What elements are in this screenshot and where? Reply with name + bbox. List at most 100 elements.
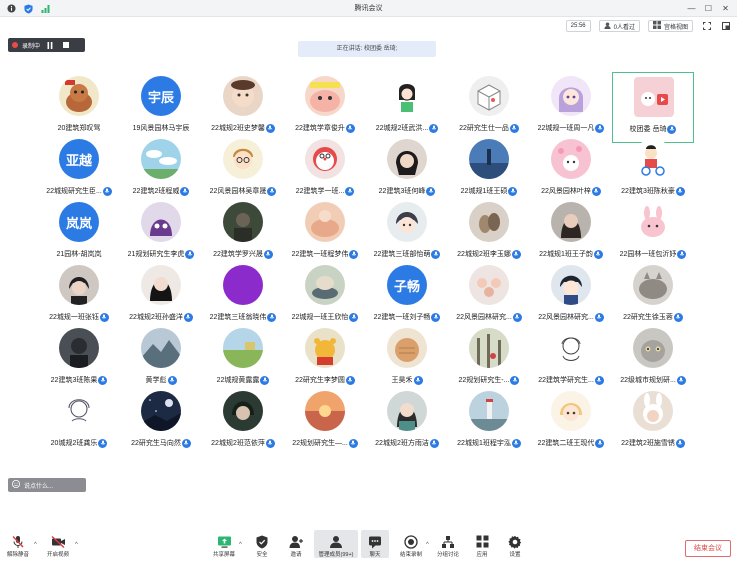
fullscreen-icon[interactable]: [701, 21, 712, 32]
participant-tile[interactable]: 22建筑学章俊升: [284, 72, 366, 143]
participant-tile[interactable]: 22研究生马向然: [120, 387, 202, 458]
participant-name-row: 21规划研究生李虎: [120, 249, 202, 259]
participant-tile[interactable]: 22城规黄露露: [202, 324, 284, 395]
avatar: [305, 391, 345, 431]
participant-tile[interactable]: 22规划研究生—...: [284, 387, 366, 458]
participant-tile[interactable]: 22城规一班周一凡: [530, 72, 612, 143]
participant-tile[interactable]: 22建筑三班翁晓伟: [202, 261, 284, 332]
participant-tile[interactable]: 22研究生徐玉蓉: [612, 261, 694, 332]
participant-tile[interactable]: 20城规2班龚乐: [38, 387, 120, 458]
avatar: [223, 265, 263, 305]
participant-tile[interactable]: 22城规2班孙盛洋: [120, 261, 202, 332]
participant-name-row: 22城规2班范依萍: [202, 438, 284, 448]
emoji-icon[interactable]: [12, 480, 20, 490]
mic-icon: [673, 312, 683, 322]
participant-tile[interactable]: 王昊禾: [366, 324, 448, 395]
close-icon[interactable]: ✕: [720, 3, 731, 14]
view-mode-button[interactable]: 宫格视图: [647, 20, 693, 32]
participant-tile[interactable]: 22建筑3班陈果: [38, 324, 120, 395]
breakout-button[interactable]: 分组讨论: [430, 534, 466, 558]
mic-icon: [267, 312, 277, 322]
participant-tile[interactable]: 22建筑3班何峰: [366, 135, 448, 206]
participant-tile[interactable]: 22城规2班武洪...: [366, 72, 448, 143]
avatar: [141, 202, 181, 242]
avatar: [387, 391, 427, 431]
participant-tile[interactable]: 22城规1班程宇泓: [448, 387, 530, 458]
participant-name-row: 19风景园林马宇辰: [120, 123, 202, 133]
mic-icon: [263, 249, 273, 259]
participant-tile[interactable]: 22风景园林吴章晟: [202, 135, 284, 206]
share-screen-button[interactable]: 共享屏幕: [206, 534, 242, 558]
participant-name-row: 22城规2班武洪...: [366, 123, 448, 133]
participant-tile[interactable]: 22风景园林研究...: [448, 261, 530, 332]
participant-name: 22建筑3班陈秋豪: [621, 188, 675, 195]
participant-tile[interactable]: 岚岚 21园林-胡岚岚: [38, 198, 120, 269]
viewer-count-button[interactable]: 0人看过: [598, 20, 640, 32]
maximize-icon[interactable]: ☐: [703, 3, 714, 14]
mic-icon: [99, 312, 109, 322]
participant-tile[interactable]: 22城规2班李玉娜: [448, 198, 530, 269]
record-options-chevron-icon[interactable]: ^: [426, 542, 429, 548]
participant-name: 22风景园林研究...: [456, 314, 512, 321]
participant-tile[interactable]: 22建筑学一班...: [284, 135, 366, 206]
participant-name: 22建筑二班王现代: [537, 440, 595, 447]
participant-name-row: 22规划研究生-...: [448, 375, 530, 385]
participant-tile[interactable]: 22园林一班包沂妤: [612, 198, 694, 269]
chat-input[interactable]: 说点什么...: [8, 478, 86, 492]
participant-tile[interactable]: 22级城市规划研...: [612, 324, 694, 395]
participant-tile[interactable]: 亚越 22城规研究生臣...: [38, 135, 120, 206]
video-options-chevron-icon[interactable]: ^: [75, 542, 78, 548]
participant-tile[interactable]: 22建筑2班施雪锈: [612, 387, 694, 458]
participant-tile[interactable]: 子畅 22建筑一班刘子畅: [366, 261, 448, 332]
participant-tile[interactable]: 22城规2班史梦馨: [202, 72, 284, 143]
participant-tile[interactable]: 22城规1班王硕: [448, 135, 530, 206]
participant-tile[interactable]: 22研究生仕一品: [448, 72, 530, 143]
participant-tile[interactable]: 21规划研究生李虎: [120, 198, 202, 269]
mic-icon: [98, 375, 108, 385]
participant-name-row: 22建筑3班陈果: [38, 375, 120, 385]
mute-button[interactable]: 解除静音: [0, 534, 36, 558]
video-button[interactable]: 开启视频: [40, 534, 76, 558]
participant-tile[interactable]: 22城规2班方雨洁: [366, 387, 448, 458]
participant-tile[interactable]: 22规划研究生-...: [448, 324, 530, 395]
participant-name: 22建筑学罗兴晟: [213, 251, 263, 258]
invite-button[interactable]: 邀请: [278, 534, 314, 558]
participant-tile[interactable]: 20建筑郑叹驽: [38, 72, 120, 143]
end-recording-button[interactable]: 结束录制: [393, 534, 429, 558]
participant-tile[interactable]: 22城规1班王子韵: [530, 198, 612, 269]
participant-tile[interactable]: 22建筑3班陈秋豪: [612, 135, 694, 206]
participant-name: 22建筑学一班...: [295, 188, 345, 195]
participant-tile[interactable]: 22城规2班范依萍: [202, 387, 284, 458]
participant-tile[interactable]: 22建筑三班部怡萌: [366, 198, 448, 269]
person-icon: [604, 21, 611, 31]
participant-tile[interactable]: 22城规一班王欣怡: [284, 261, 366, 332]
security-button[interactable]: 安全: [244, 534, 280, 558]
avatar: [387, 139, 427, 179]
popout-icon[interactable]: [720, 21, 731, 32]
participant-name-row: 22城规1班王子韵: [530, 249, 612, 259]
participant-tile[interactable]: 22风景园林研究...: [530, 261, 612, 332]
participant-tile[interactable]: 22建筑一班程梦伟: [284, 198, 366, 269]
participant-tile[interactable]: 22研究生李梦圆: [284, 324, 366, 395]
end-meeting-button[interactable]: 结束会议: [685, 540, 731, 557]
participant-tile[interactable]: 宇辰 19风景园林马宇辰: [120, 72, 202, 143]
participant-name-row: 黄学彪: [120, 375, 202, 385]
manage-members-button[interactable]: 管理成员(99+): [314, 530, 358, 558]
chat-button[interactable]: 聊天: [361, 530, 389, 558]
settings-button[interactable]: 设置: [497, 534, 533, 558]
mute-options-chevron-icon[interactable]: ^: [34, 542, 37, 548]
apps-button[interactable]: 应用: [464, 534, 500, 558]
grid-view-icon: [652, 21, 661, 31]
participant-tile[interactable]: 22城规一班张钰: [38, 261, 120, 332]
participant-tile[interactable]: 22建筑学研究生...: [530, 324, 612, 395]
participant-tile[interactable]: 22建筑2班程威: [120, 135, 202, 206]
participant-tile[interactable]: 22建筑学罗兴晟: [202, 198, 284, 269]
minimize-icon[interactable]: —: [686, 3, 697, 14]
share-options-chevron-icon[interactable]: ^: [239, 542, 242, 548]
participant-tile[interactable]: 22建筑二班王现代: [530, 387, 612, 458]
participant-tile[interactable]: 22风景园林叶梓: [530, 135, 612, 206]
stop-recording-icon[interactable]: [60, 40, 72, 50]
pause-recording-icon[interactable]: [44, 40, 56, 50]
participant-tile[interactable]: 黄学彪: [120, 324, 202, 395]
participant-tile[interactable]: 校团委 岳琦: [612, 72, 694, 143]
